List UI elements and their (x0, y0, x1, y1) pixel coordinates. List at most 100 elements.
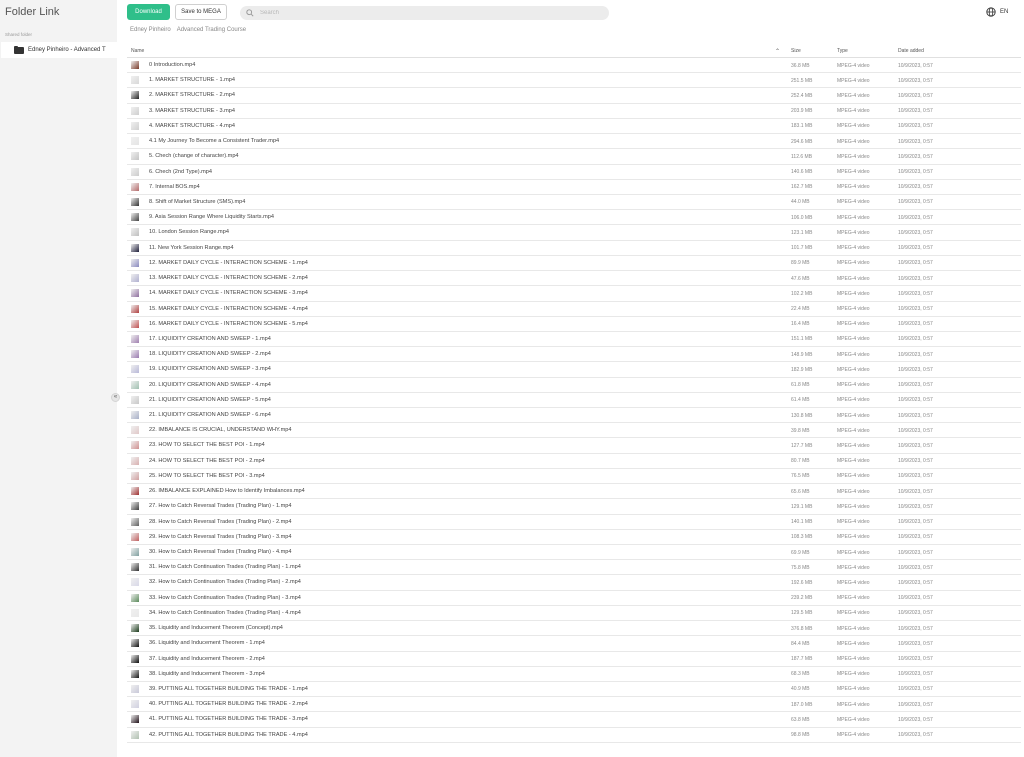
video-thumbnail-icon (131, 213, 139, 222)
table-row[interactable]: 36. Liquidity and Inducement Theorem - 1… (127, 636, 1021, 652)
file-name: 13. MARKET DAILY CYCLE - INTERACTION SCH… (149, 275, 308, 282)
column-header-type[interactable]: Type (837, 48, 848, 54)
table-row[interactable]: 38. Liquidity and Inducement Theorem - 3… (127, 667, 1021, 682)
file-name: 33. How to Catch Continuation Trades (Tr… (149, 594, 301, 601)
table-row[interactable]: 34. How to Catch Continuation Trades (Tr… (127, 606, 1021, 622)
table-row[interactable]: 0 Introduction.mp4 36.8 MB MPEG-4 video 10/… (127, 58, 1021, 74)
file-type: MPEG-4 video (837, 716, 870, 723)
file-date: 10/9/2023, 0:57 (898, 260, 933, 267)
table-row[interactable]: 3. MARKET STRUCTURE - 3.mp4 203.9 MB MPEG-… (127, 104, 1021, 119)
file-date: 10/9/2023, 0:57 (898, 625, 933, 632)
table-row[interactable]: 4. MARKET STRUCTURE - 4.mp4 183.1 MB MPEG-… (127, 119, 1021, 135)
download-button[interactable]: Download (127, 4, 170, 20)
table-row[interactable]: 20. LIQUIDITY CREATION AND SWEEP - 4.mp4… (127, 378, 1021, 393)
table-row[interactable]: 27. How to Catch Reversal Trades (Tradin… (127, 499, 1021, 515)
file-size: 61.4 MB (791, 397, 810, 404)
table-row[interactable]: 4.1 My Journey To Become a Consistent Tr… (127, 134, 1021, 150)
sidebar-item-folder[interactable]: Edney Pinheiro - Advanced T (1, 42, 117, 58)
file-type: MPEG-4 video (837, 229, 870, 236)
file-name: 24. HOW TO SELECT THE BEST POI - 2.mp4 (149, 457, 265, 464)
file-name: 15. MARKET DAILY CYCLE - INTERACTION SCH… (149, 305, 308, 312)
table-row[interactable]: 23. HOW TO SELECT THE BEST POI - 1.mp4 12… (127, 438, 1021, 454)
video-thumbnail-icon (131, 289, 139, 298)
file-date: 10/9/2023, 0:57 (898, 610, 933, 617)
table-row[interactable]: 12. MARKET DAILY CYCLE - INTERACTION SCH… (127, 256, 1021, 272)
file-date: 10/9/2023, 0:57 (898, 199, 933, 206)
table-row[interactable]: 10. London Session Range.mp4 123.1 MB MPEG… (127, 225, 1021, 241)
table-row[interactable]: 35. Liquidity and Inducement Theorem (Co… (127, 621, 1021, 637)
file-date: 10/9/2023, 0:57 (898, 412, 933, 419)
sort-ascending-icon[interactable]: ⌃ (775, 48, 780, 55)
table-row[interactable]: 11. New York Session Range.mp4 101.7 MB MP… (127, 241, 1021, 256)
sidebar-title: Folder Link (5, 6, 60, 18)
table-row[interactable]: 8. Shift of Market Structure (SMS).mp4 44… (127, 195, 1021, 211)
table-row[interactable]: 37. Liquidity and Inducement Theorem - 2… (127, 652, 1021, 667)
video-thumbnail-icon (131, 441, 139, 450)
column-header-size[interactable]: Size (791, 48, 801, 54)
table-row[interactable]: 25. HOW TO SELECT THE BEST POI - 3.mp4 76… (127, 469, 1021, 485)
table-row[interactable]: 15. MARKET DAILY CYCLE - INTERACTION SCH… (127, 302, 1021, 317)
file-date: 10/9/2023, 0:57 (898, 382, 933, 389)
table-row[interactable]: 22. IMBALANCE IS CRUCIAL, UNDERSTAND WHY… (127, 423, 1021, 439)
file-type: MPEG-4 video (837, 701, 870, 708)
file-type: MPEG-4 video (837, 579, 870, 586)
table-row[interactable]: 21. LIQUIDITY CREATION AND SWEEP - 6.mp4… (127, 408, 1021, 424)
save-to-mega-button[interactable]: Save to MEGA (175, 4, 227, 20)
table-row[interactable]: 33. How to Catch Continuation Trades (Tr… (127, 591, 1021, 606)
file-name: 39. PUTTING ALL TOGETHER BUILDING THE TR… (149, 685, 308, 692)
file-name: 10. London Session Range.mp4 (149, 229, 229, 236)
file-date: 10/9/2023, 0:57 (898, 503, 933, 510)
column-header-date[interactable]: Date added (898, 48, 924, 54)
file-size: 129.1 MB (791, 503, 813, 510)
table-row[interactable]: 21. LIQUIDITY CREATION AND SWEEP - 5.mp4… (127, 393, 1021, 409)
video-thumbnail-icon (131, 456, 139, 465)
table-row[interactable]: 39. PUTTING ALL TOGETHER BUILDING THE TR… (127, 682, 1021, 698)
table-row[interactable]: 9. Asia Session Range Where Liquidity St… (127, 210, 1021, 226)
table-row[interactable]: 26. IMBALANCE EXPLAINED How to Identify … (127, 484, 1021, 500)
language-selector[interactable]: EN (986, 7, 1008, 17)
breadcrumb-item[interactable]: Advanced Trading Course (177, 27, 246, 33)
table-row[interactable]: 31. How to Catch Continuation Trades (Tr… (127, 560, 1021, 576)
table-row[interactable]: 29. How to Catch Reversal Trades (Tradin… (127, 530, 1021, 545)
file-type: MPEG-4 video (837, 214, 870, 221)
breadcrumb-item[interactable]: Edney Pinheiro (130, 27, 171, 33)
file-type: MPEG-4 video (837, 488, 870, 495)
file-type: MPEG-4 video (837, 671, 870, 678)
file-date: 10/9/2023, 0:57 (898, 108, 933, 115)
table-row[interactable]: 41. PUTTING ALL TOGETHER BUILDING THE TR… (127, 712, 1021, 728)
file-date: 10/9/2023, 0:57 (898, 534, 933, 541)
file-size: 22.4 MB (791, 306, 810, 312)
video-thumbnail-icon (131, 274, 139, 283)
table-row[interactable]: 5. Chech (change of character).mp4 112.6 … (127, 149, 1021, 165)
table-row[interactable]: 17. LIQUIDITY CREATION AND SWEEP - 1.mp4… (127, 332, 1021, 348)
table-row[interactable]: 30. How to Catch Reversal Trades (Tradin… (127, 545, 1021, 561)
table-row[interactable]: 2. MARKET STRUCTURE - 2.mp4 252.4 MB MPEG-… (127, 88, 1021, 104)
video-thumbnail-icon (131, 517, 139, 526)
table-row[interactable]: 16. MARKET DAILY CYCLE - INTERACTION SCH… (127, 317, 1021, 332)
table-row[interactable]: 24. HOW TO SELECT THE BEST POI - 2.mp4 80… (127, 454, 1021, 469)
file-size: 192.6 MB (791, 579, 813, 586)
table-row[interactable]: 40. PUTTING ALL TOGETHER BUILDING THE TR… (127, 697, 1021, 713)
search-bar[interactable] (240, 6, 609, 20)
table-row[interactable]: 28. How to Catch Reversal Trades (Tradin… (127, 515, 1021, 530)
table-row[interactable]: 18. LIQUIDITY CREATION AND SWEEP - 2.mp4… (127, 347, 1021, 363)
table-row[interactable]: 1. MARKET STRUCTURE - 1.mp4 251.5 MB MPEG-… (127, 73, 1021, 89)
video-thumbnail-icon (131, 548, 139, 556)
table-row[interactable]: 19. LIQUIDITY CREATION AND SWEEP - 3.mp4… (127, 362, 1021, 378)
table-row[interactable]: 7. Internal BOS.mp4 162.7 MB MPEG-4 video 1… (127, 180, 1021, 195)
file-name: 12. MARKET DAILY CYCLE - INTERACTION SCH… (149, 259, 308, 266)
file-type: MPEG-4 video (837, 366, 870, 373)
table-row[interactable]: 14. MARKET DAILY CYCLE - INTERACTION SCH… (127, 286, 1021, 302)
search-input[interactable] (260, 10, 560, 16)
collapse-sidebar-button[interactable]: « (111, 393, 120, 402)
table-row[interactable]: 32. How to Catch Continuation Trades (Tr… (127, 575, 1021, 591)
file-size: 89.9 MB (791, 260, 810, 267)
file-size: 98.8 MB (791, 732, 810, 739)
column-header-name[interactable]: Name (131, 48, 144, 54)
table-row[interactable]: 42. PUTTING ALL TOGETHER BUILDING THE TR… (127, 728, 1021, 743)
video-thumbnail-icon (131, 624, 139, 633)
table-row[interactable]: 13. MARKET DAILY CYCLE - INTERACTION SCH… (127, 271, 1021, 287)
table-row[interactable]: 6. Chech (2nd Type).mp4 140.6 MB MPEG-4 vi… (127, 165, 1021, 180)
file-date: 10/9/2023, 0:57 (898, 229, 933, 236)
file-type: MPEG-4 video (837, 503, 870, 510)
